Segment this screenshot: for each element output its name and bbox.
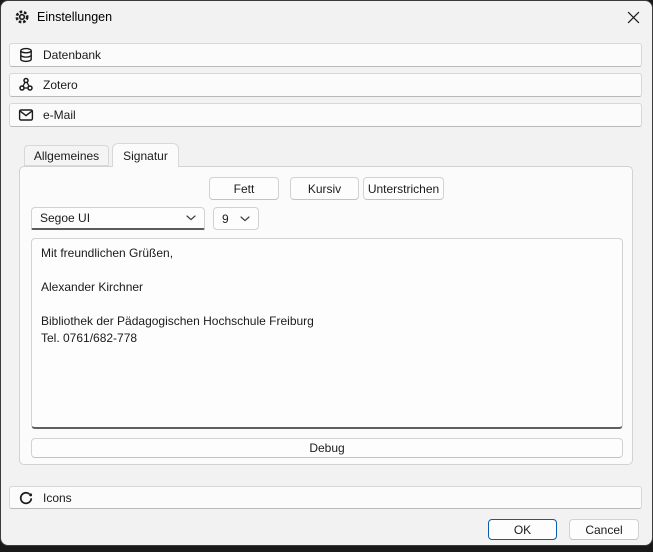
section-header-zotero[interactable]: Zotero	[9, 73, 642, 97]
debug-button[interactable]: Debug	[31, 438, 623, 458]
title-bar: Einstellungen	[1, 1, 652, 33]
section-label: Zotero	[43, 78, 78, 92]
chevron-down-icon	[240, 216, 250, 222]
tab-signatur[interactable]: Signatur	[112, 143, 179, 167]
font-size-value: 9	[222, 212, 229, 226]
section-label: Datenbank	[43, 48, 101, 62]
ok-button[interactable]: OK	[488, 519, 557, 540]
close-icon	[627, 11, 640, 24]
chevron-down-icon	[186, 215, 196, 221]
debug-button-label: Debug	[309, 441, 344, 455]
signature-textarea[interactable]: Mit freundlichen Grüßen, Alexander Kirch…	[31, 238, 623, 429]
ok-button-label: OK	[514, 523, 531, 537]
database-icon	[18, 47, 34, 63]
refresh-icon	[18, 490, 34, 506]
bold-button[interactable]: Fett	[209, 177, 279, 200]
font-size-select[interactable]: 9	[213, 207, 259, 230]
italic-button[interactable]: Kursiv	[290, 177, 359, 200]
tab-label: Signatur	[123, 149, 168, 163]
bold-button-label: Fett	[234, 182, 255, 196]
section-header-icons[interactable]: Icons	[9, 486, 642, 509]
italic-button-label: Kursiv	[308, 182, 341, 196]
section-header-email[interactable]: e-Mail	[9, 103, 642, 127]
close-button[interactable]	[618, 5, 648, 29]
tab-allgemeines[interactable]: Allgemeines	[24, 145, 109, 166]
underline-button-label: Unterstrichen	[368, 182, 439, 196]
cancel-button[interactable]: Cancel	[569, 519, 639, 540]
window-title: Einstellungen	[37, 1, 112, 33]
section-label: e-Mail	[43, 108, 76, 122]
font-family-value: Segoe UI	[40, 211, 90, 225]
section-header-datenbank[interactable]: Datenbank	[9, 43, 642, 67]
font-family-select[interactable]: Segoe UI	[31, 207, 205, 230]
zotero-icon	[18, 77, 34, 93]
gear-icon	[14, 9, 30, 25]
mail-icon	[18, 107, 34, 123]
section-label: Icons	[43, 491, 72, 505]
tab-label: Allgemeines	[34, 149, 99, 163]
settings-window: Einstellungen Datenbank	[0, 0, 653, 546]
cancel-button-label: Cancel	[585, 523, 622, 537]
underline-button[interactable]: Unterstrichen	[363, 177, 444, 200]
